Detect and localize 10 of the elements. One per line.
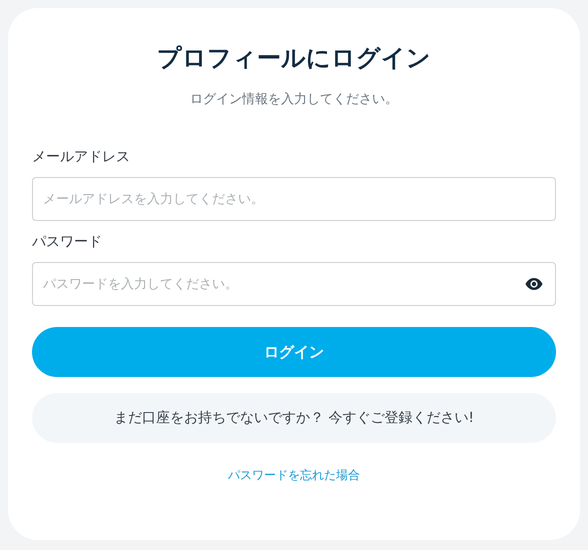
page-title: プロフィールにログイン [157,43,431,74]
signup-prompt[interactable]: まだ口座をお持ちでないですか？ 今すぐご登録ください! [32,393,556,443]
password-field[interactable]: パスワードを入力してください。 [32,262,556,306]
field-label: メールアドレス [32,148,130,166]
field-label: パスワード [32,233,102,251]
login-button[interactable]: ログイン [32,327,556,377]
forgot-password-link[interactable]: パスワードを忘れた場合 [228,467,360,484]
eye-icon[interactable] [525,277,543,291]
subtitle: ログイン情報を入力してください。 [190,91,398,108]
email-field[interactable]: メールアドレスを入力してください。 [32,177,556,221]
